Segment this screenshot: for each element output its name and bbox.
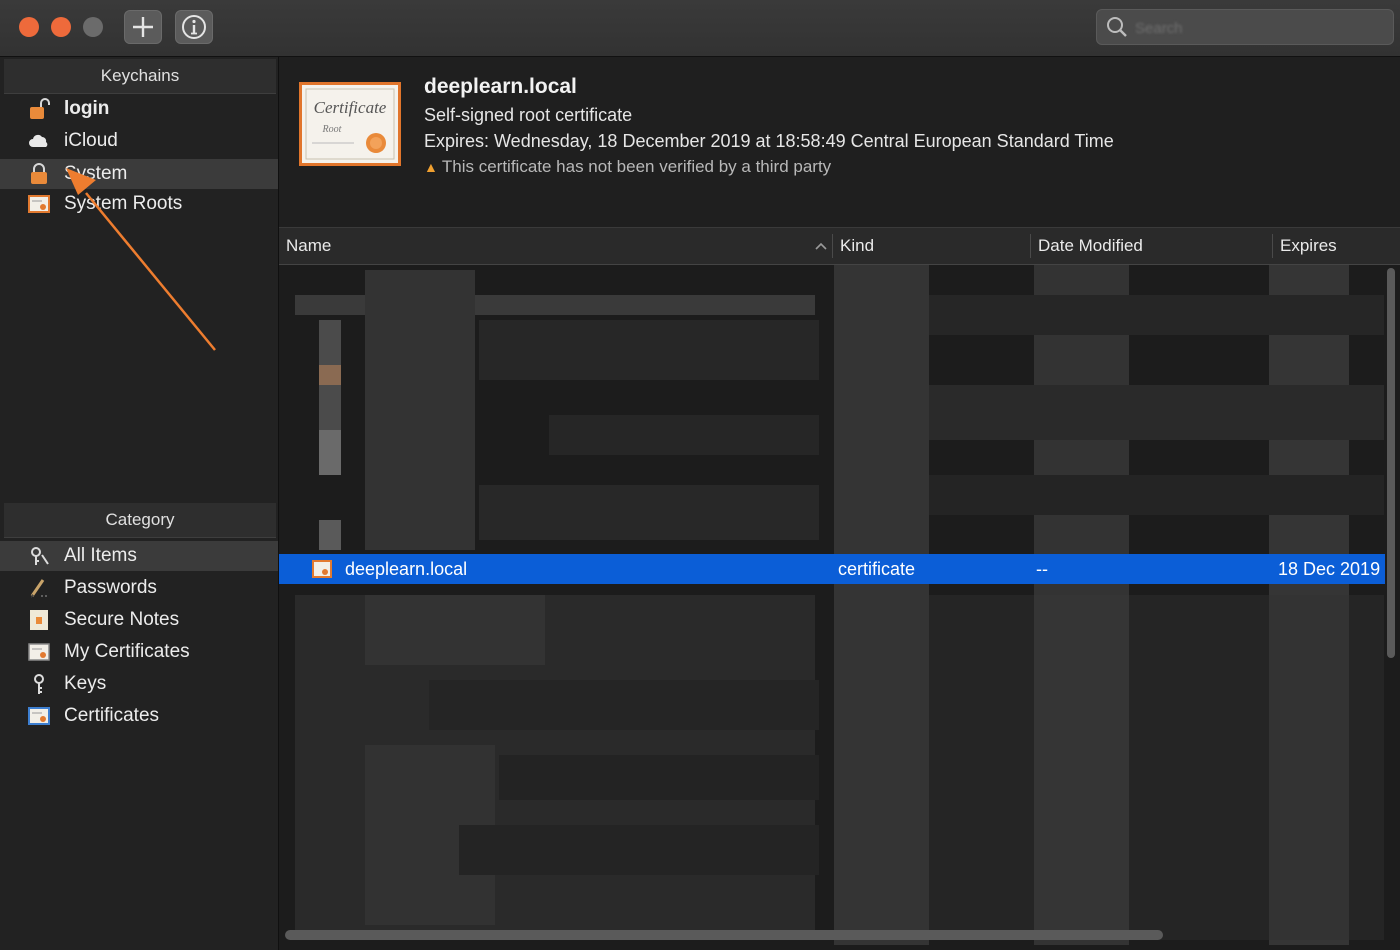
certificate-warning: ▲ This certificate has not been verified …: [424, 157, 831, 177]
category-label: All Items: [64, 545, 137, 566]
category-label: Secure Notes: [64, 609, 180, 630]
search-field[interactable]: [1096, 9, 1394, 45]
keychains-header: Keychains: [4, 59, 276, 94]
certificate-subtitle: Self-signed root certificate: [424, 105, 633, 125]
close-window-button[interactable]: [19, 17, 39, 37]
unlocked-padlock-icon: [30, 98, 50, 119]
horizontal-scrollbar[interactable]: [285, 930, 1163, 940]
pencil-icon: [30, 579, 48, 598]
keychain-item-system[interactable]: System: [0, 159, 278, 189]
search-icon: [1107, 17, 1127, 37]
plus-icon: [133, 17, 153, 37]
category-item-keys[interactable]: Keys: [0, 669, 278, 699]
certificate-icon: [28, 195, 50, 213]
table-header: Name Kind Date Modified Expires: [279, 228, 1400, 265]
column-header-expires[interactable]: Expires: [1273, 228, 1400, 264]
keychain-item-icloud[interactable]: iCloud: [0, 126, 278, 156]
column-header-date-modified[interactable]: Date Modified: [1031, 228, 1271, 264]
cell-expires: 18 Dec 2019: [1278, 559, 1381, 579]
all-items-icon: [31, 547, 49, 565]
category-label: Passwords: [64, 577, 157, 598]
my-certificate-icon: [28, 643, 50, 661]
category-item-passwords[interactable]: Passwords: [0, 573, 278, 603]
zoom-window-button[interactable]: [83, 17, 103, 37]
sidebar: Keychains login iCloud System System Roo…: [0, 57, 279, 950]
minimize-window-button[interactable]: [51, 17, 71, 37]
certificate-detail-header: Certificate Root deeplearn.local Self-si…: [279, 57, 1400, 228]
keychain-item-login[interactable]: login: [0, 94, 278, 124]
category-item-my-certificates[interactable]: My Certificates: [0, 637, 278, 667]
sort-ascending-icon: [815, 242, 827, 250]
category-item-secure-notes[interactable]: Secure Notes: [0, 605, 278, 635]
category-label: My Certificates: [64, 641, 190, 662]
certificate-image-title: Certificate: [314, 98, 387, 117]
info-icon: [182, 15, 206, 39]
category-item-all-items[interactable]: All Items: [0, 541, 278, 571]
search-input[interactable]: [1133, 16, 1387, 40]
pixelated-rows: [279, 265, 1384, 945]
keychain-label: System: [64, 163, 128, 184]
keychain-label: System Roots: [64, 193, 183, 214]
keychain-label: login: [64, 98, 110, 119]
table-row-selected[interactable]: deeplearn.local certificate -- 18 Dec 20…: [279, 554, 1385, 584]
get-info-button[interactable]: [175, 10, 213, 44]
column-header-name[interactable]: Name: [279, 228, 831, 264]
certificate-large-icon: Certificate Root: [299, 82, 401, 166]
category-header: Category: [4, 503, 276, 538]
add-item-button[interactable]: [124, 10, 162, 44]
warning-text: This certificate has not been verified b…: [441, 157, 832, 176]
vertical-scrollbar[interactable]: [1387, 268, 1395, 658]
certificate-expiry: Expires: Wednesday, 18 December 2019 at …: [424, 131, 1114, 151]
keychain-label: iCloud: [64, 130, 118, 151]
certificate-image-subtitle: Root: [322, 124, 342, 135]
category-label: Keys: [64, 673, 107, 694]
keychain-item-system-roots[interactable]: System Roots: [0, 189, 278, 219]
cell-kind: certificate: [838, 559, 916, 579]
locked-padlock-icon: [31, 163, 47, 184]
toolbar: [0, 0, 1400, 57]
key-icon: [34, 674, 44, 694]
column-header-kind[interactable]: Kind: [833, 228, 1029, 264]
category-item-certificates[interactable]: Certificates: [0, 701, 278, 731]
certificate-icon: [312, 560, 332, 578]
certificate-icon: [28, 707, 50, 725]
items-table: Name Kind Date Modified Expires deeplear…: [279, 228, 1400, 950]
certificate-title: deeplearn.local: [424, 75, 577, 98]
cell-name: deeplearn.local: [345, 559, 468, 579]
warning-icon: ▲: [424, 159, 438, 175]
category-label: Certificates: [64, 705, 160, 726]
cell-date-modified: --: [1036, 559, 1048, 579]
cloud-icon: [29, 134, 48, 147]
note-icon: [30, 610, 48, 630]
